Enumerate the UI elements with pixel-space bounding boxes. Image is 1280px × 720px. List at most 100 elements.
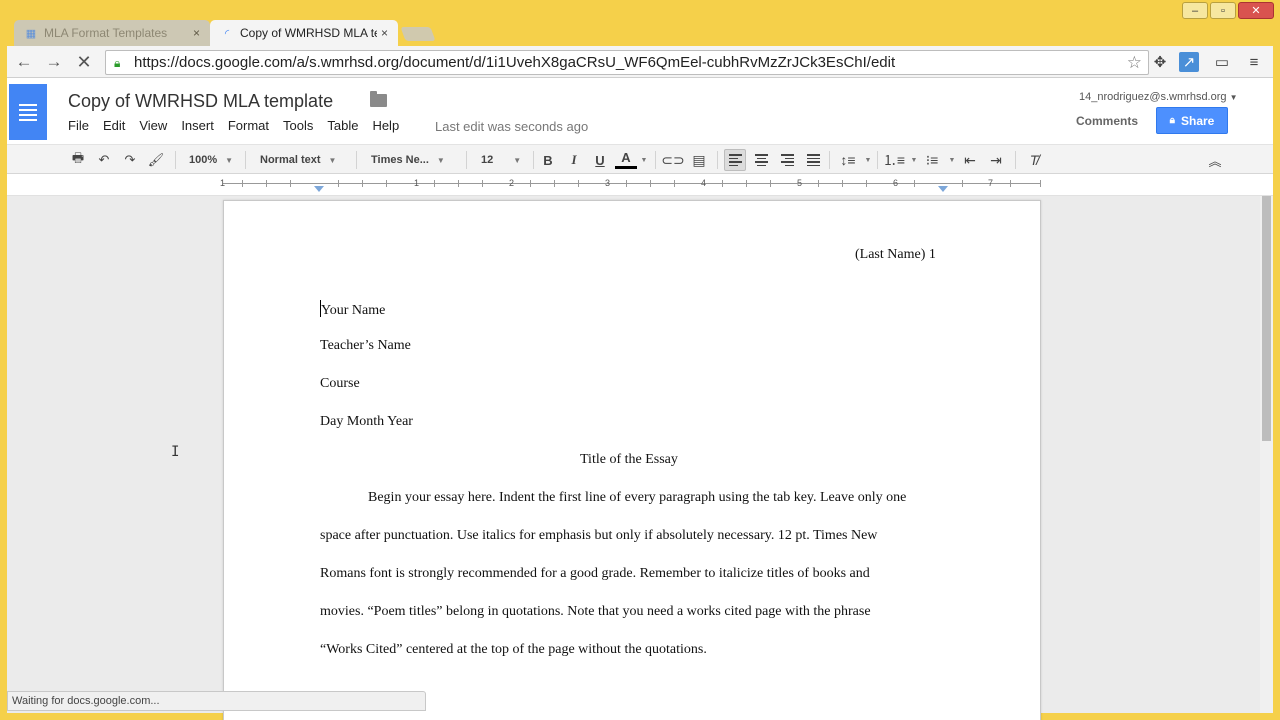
author-name-line[interactable]: Your Name [320,300,385,319]
url-text: https://docs.google.com/a/s.wmrhsd.org/d… [134,54,896,71]
window-controls: – ▫ ✕ [1182,2,1274,19]
back-arrow-icon[interactable]: ← [13,51,35,73]
size-value: 12 [481,154,494,166]
paragraph-style-select[interactable]: Normal text ▼ [260,151,336,169]
tab-active[interactable]: ◜ Copy of WMRHSD MLA te × [210,20,398,46]
menu-tools[interactable]: Tools [283,118,313,133]
clear-formatting-icon[interactable]: T̸ [1023,149,1045,171]
bookmark-star-icon[interactable]: ☆ [1127,53,1142,73]
lock-icon: 🔒︎ [1169,115,1175,126]
date-line[interactable]: Day Month Year [320,414,413,430]
align-left-icon[interactable] [724,149,746,171]
menu-format[interactable]: Format [228,118,269,133]
chrome-menu-icon[interactable]: ≡ [1243,51,1265,73]
decrease-indent-icon[interactable]: ⇤ [959,149,981,171]
maximize-icon[interactable]: ▫ [1210,2,1236,19]
italic-icon[interactable]: I [563,149,585,171]
menu-edit[interactable]: Edit [103,118,125,133]
stop-loading-icon[interactable]: ✕ [73,51,95,73]
menu-file[interactable]: File [68,118,89,133]
body-line[interactable]: space after punctuation. Use italics for… [320,528,877,544]
window-frame-right [1273,46,1280,720]
window-close-icon[interactable]: ✕ [1238,2,1274,19]
share-label: Share [1180,113,1215,128]
tab-close-icon[interactable]: × [381,26,388,40]
share-button[interactable]: 🔒︎ Share [1156,107,1228,134]
minimize-icon[interactable]: – [1182,2,1208,19]
menu-table[interactable]: Table [327,118,358,133]
forward-arrow-icon[interactable]: → [43,51,65,73]
menu-bar: File Edit View Insert Format Tools Table… [68,118,413,133]
link-icon[interactable]: ⊂⊃ [661,149,684,171]
paint-format-icon[interactable]: 🖌︎ [145,149,167,171]
essay-title[interactable]: Title of the Essay [580,452,678,468]
ruler-number: 5 [797,178,803,188]
chevron-down-icon[interactable]: ▼ [857,149,879,171]
mouse-ibeam-cursor: I [171,444,180,460]
right-indent-marker[interactable] [938,186,948,192]
chevron-down-icon: ▼ [1229,93,1238,102]
ruler-number: 7 [988,178,994,188]
increase-indent-icon[interactable]: ⇥ [985,149,1007,171]
chevron-down-icon: ▼ [328,155,337,165]
author-name: Your Name [321,303,386,318]
body-line[interactable]: Romans font is strongly recommended for … [320,566,870,582]
user-account[interactable]: 14_nrodriguez@s.wmrhsd.org ▼ [1079,91,1238,103]
formatting-toolbar: 🖶︎ ↶ ↷ 🖌︎ 100% ▼ Normal text ▼ Times Ne...… [7,144,1273,174]
tab-label: MLA Format Templates [44,26,168,40]
align-center-icon[interactable] [750,149,772,171]
body-line[interactable]: Begin your essay here. Indent the first … [368,490,906,506]
page-header[interactable]: (Last Name) 1 [855,247,936,263]
ruler-number: 6 [893,178,899,188]
ruler-number: 1 [220,178,226,188]
redo-icon[interactable]: ↷ [119,149,141,171]
document-page[interactable]: (Last Name) 1 Your Name Teacher’s Name C… [223,200,1041,720]
tab-close-icon[interactable]: × [193,26,200,40]
comment-icon[interactable]: ▤ [688,149,710,171]
zoom-select[interactable]: 100% ▼ [189,151,233,169]
folder-icon[interactable] [370,91,387,107]
chevron-down-icon: ▼ [225,155,234,165]
ruler[interactable]: 1 1 2 3 4 5 6 7 [7,174,1273,196]
window-titlebar: ▦ MLA Format Templates × ◜ Copy of WMRHS… [0,0,1280,46]
chevron-down-icon: ▼ [436,155,445,165]
zoom-value: 100% [189,154,218,166]
bulleted-list-icon[interactable]: ⁝≡ [921,149,943,171]
document-title[interactable]: Copy of WMRHSD MLA template [68,91,333,112]
document-canvas: (Last Name) 1 Your Name Teacher’s Name C… [7,196,1260,720]
extension-icon[interactable]: ✥ [1149,51,1171,73]
menu-insert[interactable]: Insert [181,118,214,133]
numbered-list-icon[interactable]: ⒈≡ [883,149,905,171]
tab-inactive[interactable]: ▦ MLA Format Templates × [14,20,210,46]
underline-icon[interactable]: U [589,149,611,171]
course-line[interactable]: Course [320,376,360,392]
print-icon[interactable]: 🖶︎ [67,149,89,171]
font-select[interactable]: Times Ne... ▼ [371,151,445,169]
teacher-name-line[interactable]: Teacher’s Name [320,338,411,354]
justify-icon[interactable] [802,149,824,171]
new-tab-button[interactable] [400,27,436,41]
menu-help[interactable]: Help [372,118,399,133]
bold-icon[interactable]: B [537,149,559,171]
docs-header: Copy of WMRHSD MLA template File Edit Vi… [7,78,1273,144]
cast-icon[interactable]: ▭ [1211,51,1233,73]
user-email: 14_nrodriguez@s.wmrhsd.org [1079,91,1227,103]
scrollbar-thumb[interactable] [1262,196,1271,441]
left-indent-marker[interactable] [314,186,324,192]
collapse-toolbar-icon[interactable]: ︽ [1204,149,1226,171]
undo-icon[interactable]: ↶ [93,149,115,171]
comments-button[interactable]: Comments [1076,114,1138,128]
body-line[interactable]: “Works Cited” centered at the top of the… [320,642,707,658]
vertical-scrollbar[interactable] [1260,196,1273,713]
menu-view[interactable]: View [139,118,167,133]
docs-home-icon[interactable] [9,84,47,140]
address-bar[interactable]: 🔒︎ https://docs.google.com/a/s.wmrhsd.or… [105,50,1149,75]
font-size-select[interactable]: 12 ▼ [481,151,521,169]
font-value: Times Ne... [371,154,429,166]
align-right-icon[interactable] [776,149,798,171]
line-spacing-icon[interactable]: ↕≡ [837,149,859,171]
chevron-down-icon[interactable]: ▼ [633,149,655,171]
body-line[interactable]: movies. “Poem titles” belong in quotatio… [320,604,871,620]
extension-blue-icon[interactable]: ↗ [1179,52,1199,72]
last-edit-status[interactable]: Last edit was seconds ago [435,119,588,134]
